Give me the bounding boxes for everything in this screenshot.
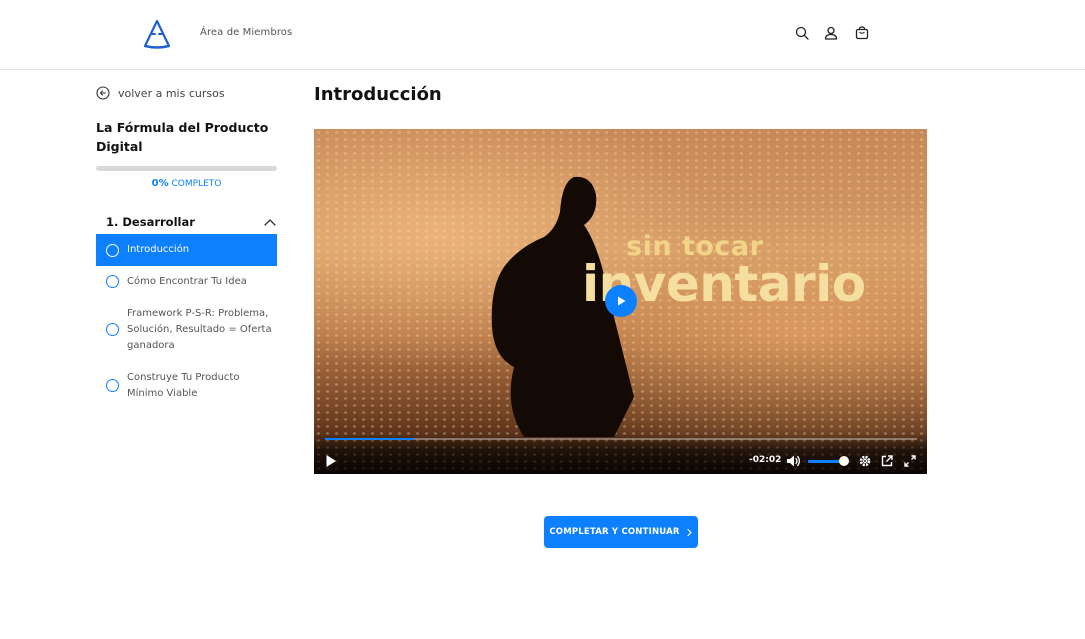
- search-icon[interactable]: [793, 24, 811, 42]
- lesson-label: Construye Tu Producto Mínimo Viable: [127, 372, 240, 399]
- section-title: 1. Desarrollar: [106, 215, 195, 229]
- site-header: Área de Miembros: [0, 0, 1085, 70]
- lesson-item-framework-psr[interactable]: Framework P-S-R: Problema, Solución, Res…: [96, 306, 277, 354]
- progress-text: 0% COMPLETO: [96, 178, 277, 189]
- lesson-status-circle: [106, 323, 119, 336]
- video-player[interactable]: sin tocar inventario -02:02: [314, 129, 927, 474]
- play-icon[interactable]: [325, 454, 337, 468]
- arrow-left-circle-icon: [96, 86, 110, 100]
- lesson-status-circle: [106, 275, 119, 288]
- lesson-status-circle: [106, 243, 119, 257]
- chevron-up-icon: [264, 218, 276, 226]
- video-controls: -02:02: [314, 434, 927, 474]
- fullscreen-icon[interactable]: [903, 454, 917, 468]
- volume-level: [808, 460, 842, 463]
- volume-icon[interactable]: [786, 454, 801, 468]
- popout-icon[interactable]: [880, 454, 894, 468]
- settings-icon[interactable]: [858, 454, 872, 468]
- lesson-item-introduccion[interactable]: Introducción: [96, 234, 277, 266]
- play-icon: [618, 296, 626, 306]
- section-toggle-desarrollar[interactable]: 1. Desarrollar: [96, 212, 277, 232]
- complete-and-continue-button[interactable]: COMPLETAR Y CONTINUAR: [544, 516, 698, 548]
- play-overlay-button[interactable]: [605, 285, 637, 317]
- lesson-title: Introducción: [314, 84, 442, 105]
- video-seek-progress: [325, 438, 414, 440]
- lesson-label: Cómo Encontrar Tu Idea: [127, 276, 247, 287]
- course-title: La Fórmula del Producto Digital: [96, 120, 269, 154]
- course-progress-bar: [96, 166, 277, 171]
- lesson-status-circle: [106, 379, 119, 392]
- complete-button-label: COMPLETAR Y CONTINUAR: [549, 527, 680, 537]
- back-to-courses-link[interactable]: volver a mis cursos: [96, 86, 225, 100]
- video-seek-bar[interactable]: [325, 438, 917, 440]
- members-area-label[interactable]: Área de Miembros: [200, 27, 292, 38]
- cart-icon[interactable]: [853, 24, 871, 42]
- lesson-label: Introducción: [127, 244, 190, 255]
- lesson-item-producto-minimo[interactable]: Construye Tu Producto Mínimo Viable: [96, 370, 277, 402]
- user-icon[interactable]: [822, 24, 840, 42]
- brand-logo[interactable]: [141, 18, 173, 50]
- progress-suffix: COMPLETO: [171, 179, 222, 189]
- progress-percent: 0%: [151, 178, 169, 189]
- lesson-label: Framework P-S-R: Problema, Solución, Res…: [127, 308, 272, 351]
- volume-knob[interactable]: [839, 456, 849, 466]
- time-remaining: -02:02: [749, 455, 782, 465]
- chevron-right-icon: [687, 528, 692, 536]
- lesson-item-encontrar-idea[interactable]: Cómo Encontrar Tu Idea: [96, 274, 277, 290]
- back-link-label: volver a mis cursos: [118, 86, 225, 100]
